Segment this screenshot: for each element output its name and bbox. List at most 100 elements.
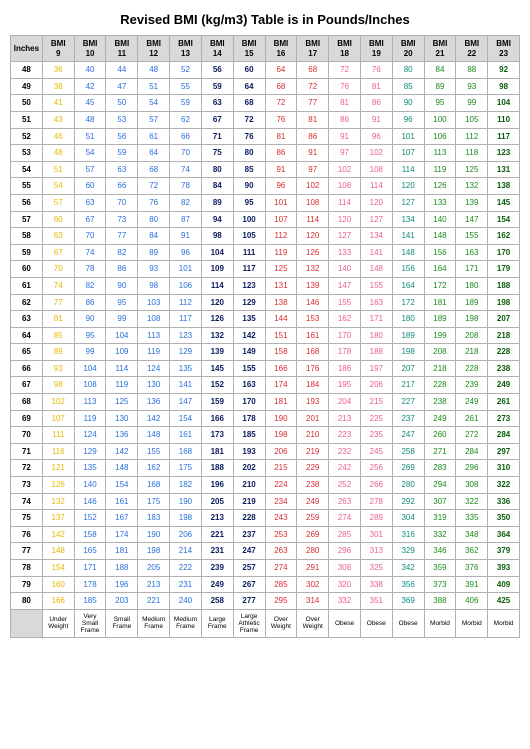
cell-value: 134 [360, 228, 392, 245]
cell-value: 206 [265, 443, 297, 460]
cell-value: 86 [329, 111, 361, 128]
cell-value: 406 [456, 593, 488, 610]
cell-value: 273 [488, 410, 520, 427]
cell-value: 308 [456, 477, 488, 494]
cell-value: 52 [170, 62, 202, 79]
cell-value: 127 [329, 228, 361, 245]
cell-value: 59 [170, 95, 202, 112]
cell-value: 210 [297, 427, 329, 444]
cell-value: 176 [297, 360, 329, 377]
cell-value: 320 [329, 576, 361, 593]
row-header-inches: 58 [11, 228, 43, 245]
cell-value: 332 [424, 526, 456, 543]
cell-value: 140 [424, 211, 456, 228]
cell-value: 101 [392, 128, 424, 145]
table-row: 6589991091191291391491581681781881982082… [11, 344, 520, 361]
cell-value: 145 [201, 360, 233, 377]
cell-value: 325 [360, 560, 392, 577]
cell-value: 114 [360, 178, 392, 195]
cell-value: 119 [265, 244, 297, 261]
cell-value: 221 [201, 526, 233, 543]
cell-value: 147 [329, 277, 361, 294]
cell-value: 263 [265, 543, 297, 560]
cell-value: 217 [392, 377, 424, 394]
cell-value: 302 [297, 576, 329, 593]
cell-value: 113 [74, 394, 106, 411]
cell-value: 316 [392, 526, 424, 543]
category-label: Obese [360, 609, 392, 637]
cell-value: 285 [329, 526, 361, 543]
cell-value: 114 [297, 211, 329, 228]
table-row: 6798108119130141152163174184195206217228… [11, 377, 520, 394]
cell-value: 57 [138, 111, 170, 128]
cell-value: 277 [233, 593, 265, 610]
row-header-inches: 61 [11, 277, 43, 294]
cell-value: 183 [138, 510, 170, 527]
row-header-inches: 49 [11, 78, 43, 95]
cell-value: 63 [201, 95, 233, 112]
cell-value: 221 [138, 593, 170, 610]
cell-value: 51 [74, 128, 106, 145]
cell-value: 112 [170, 294, 202, 311]
cell-value: 119 [106, 377, 138, 394]
cell-value: 364 [488, 526, 520, 543]
cell-value: 228 [233, 510, 265, 527]
table-row: 5967748289961041111191261331411481561631… [11, 244, 520, 261]
cell-value: 198 [392, 344, 424, 361]
category-label: Small Frame [106, 609, 138, 637]
cell-value: 117 [170, 311, 202, 328]
cell-value: 114 [106, 360, 138, 377]
cell-value: 131 [265, 277, 297, 294]
cell-value: 75 [201, 145, 233, 162]
cell-value: 348 [456, 526, 488, 543]
cell-value: 351 [360, 593, 392, 610]
cell-value: 146 [297, 294, 329, 311]
category-label: Large Athletic Frame [233, 609, 265, 637]
cell-value: 218 [488, 327, 520, 344]
cell-value: 338 [360, 576, 392, 593]
cell-value: 159 [201, 394, 233, 411]
row-header-inches: 68 [11, 394, 43, 411]
cell-value: 93 [138, 261, 170, 278]
table-row: 7714816518119821423124726328029631332934… [11, 543, 520, 560]
cell-value: 224 [265, 477, 297, 494]
cell-value: 198 [170, 510, 202, 527]
cell-value: 119 [74, 410, 106, 427]
cell-value: 85 [392, 78, 424, 95]
cell-value: 271 [424, 443, 456, 460]
cell-value: 184 [297, 377, 329, 394]
cell-value: 119 [424, 161, 456, 178]
cell-value: 231 [170, 576, 202, 593]
cell-value: 291 [297, 560, 329, 577]
cell-value: 163 [456, 244, 488, 261]
cell-value: 158 [265, 344, 297, 361]
cell-value: 139 [456, 194, 488, 211]
cell-value: 142 [42, 526, 74, 543]
table-row: 6810211312513614715917018119320421522723… [11, 394, 520, 411]
cell-value: 167 [106, 510, 138, 527]
cell-value: 125 [265, 261, 297, 278]
cell-value: 362 [456, 543, 488, 560]
cell-value: 67 [42, 244, 74, 261]
cell-value: 171 [74, 560, 106, 577]
cell-value: 261 [488, 394, 520, 411]
cell-value: 155 [138, 443, 170, 460]
cell-value: 59 [201, 78, 233, 95]
cell-value: 185 [233, 427, 265, 444]
cell-value: 228 [488, 344, 520, 361]
row-header-inches: 62 [11, 294, 43, 311]
cell-value: 60 [42, 211, 74, 228]
cell-value: 145 [488, 194, 520, 211]
cell-value: 102 [297, 178, 329, 195]
col-header-bmi: BMI17 [297, 36, 329, 62]
col-header-bmi: BMI10 [74, 36, 106, 62]
cell-value: 171 [360, 311, 392, 328]
cell-value: 67 [201, 111, 233, 128]
cell-value: 188 [360, 344, 392, 361]
cell-value: 359 [424, 560, 456, 577]
cell-value: 76 [265, 111, 297, 128]
row-header-inches: 48 [11, 62, 43, 79]
cell-value: 144 [265, 311, 297, 328]
cell-value: 170 [488, 244, 520, 261]
cell-value: 96 [265, 178, 297, 195]
